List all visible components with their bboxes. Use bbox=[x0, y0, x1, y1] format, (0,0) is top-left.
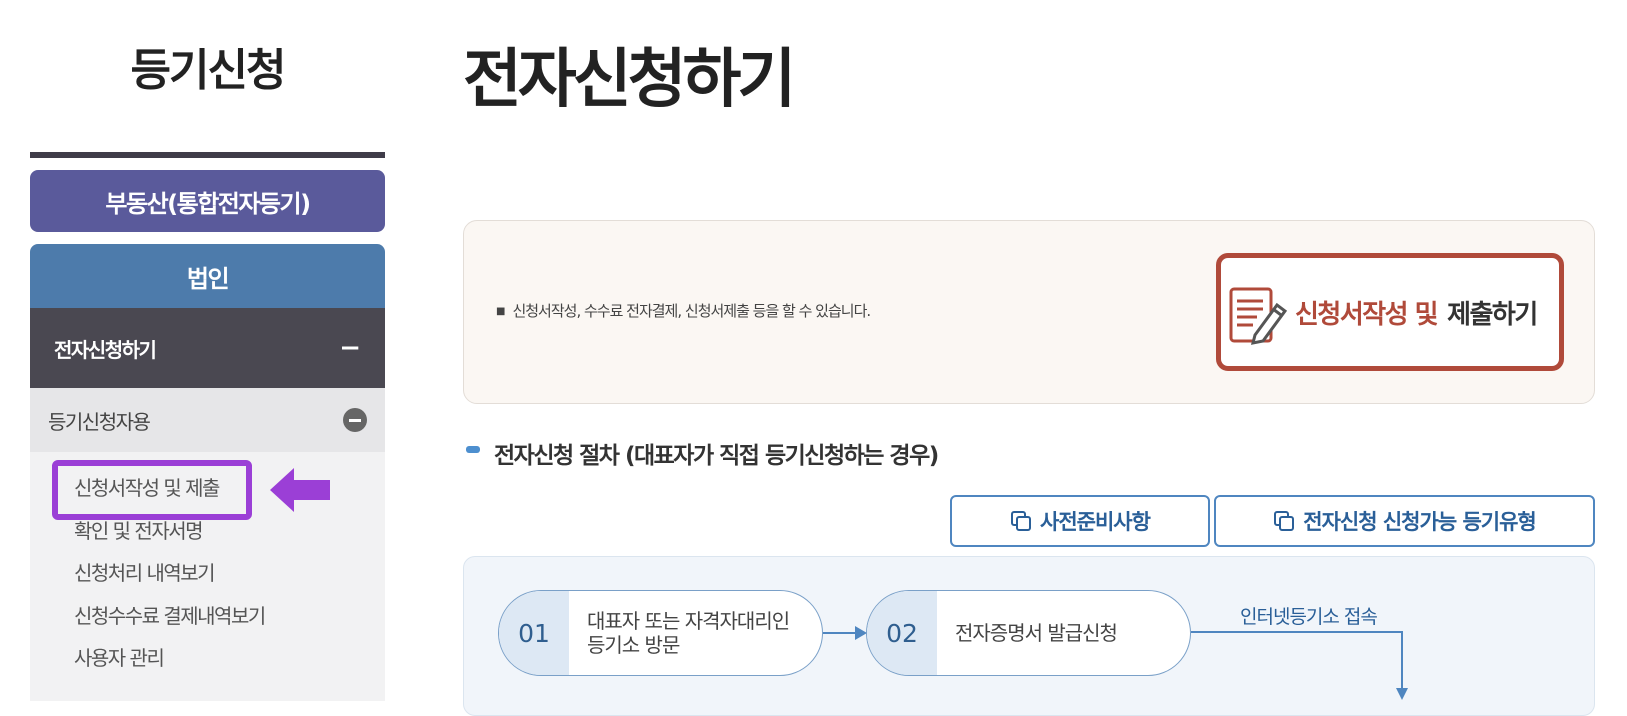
highlight-box bbox=[52, 460, 252, 520]
sidebar-item-fee-history[interactable]: 신청수수료 결제내역보기 bbox=[74, 600, 266, 629]
menu-electronic-application-label: 전자신청하기 bbox=[54, 337, 157, 362]
section-title: 전자신청 절차 (대표자가 직접 등기신청하는 경우) bbox=[494, 443, 939, 469]
registration-types-button-label: 전자신청 신청가능 등기유형 bbox=[1303, 510, 1536, 534]
write-submit-label-1: 신청서작성 및 bbox=[1295, 299, 1439, 330]
write-submit-label-2: 제출하기 bbox=[1447, 299, 1538, 330]
step-text: 대표자 또는 자격자대리인 등기소 방문 bbox=[569, 609, 790, 657]
preparation-button[interactable]: 사전준비사항 bbox=[950, 495, 1210, 547]
step-text: 전자증명서 발급신청 bbox=[937, 621, 1118, 645]
menu-applicant-label: 등기신청자용 bbox=[48, 409, 151, 434]
procedure-step-1: 01 대표자 또는 자격자대리인 등기소 방문 bbox=[498, 590, 823, 676]
info-text: ■ 신청서작성, 수수료 전자결제, 신청서제출 등을 할 수 있습니다. bbox=[496, 300, 871, 321]
sidebar-item-user-management[interactable]: 사용자 관리 bbox=[74, 642, 165, 671]
step-number: 02 bbox=[867, 591, 937, 675]
menu-electronic-application[interactable]: 전자신청하기 − bbox=[30, 308, 385, 388]
corporate-button[interactable]: 법인 bbox=[30, 244, 385, 308]
copy-icon bbox=[1274, 511, 1295, 531]
flow-connector-icon bbox=[1191, 631, 1408, 700]
copy-icon bbox=[1011, 511, 1032, 531]
preparation-button-label: 사전준비사항 bbox=[1040, 510, 1151, 534]
sidebar-divider bbox=[30, 152, 385, 158]
minus-circle-icon[interactable] bbox=[343, 408, 367, 432]
realestate-button[interactable]: 부동산(통합전자등기) bbox=[30, 170, 385, 232]
collapse-icon[interactable]: − bbox=[339, 333, 361, 363]
section-marker-icon bbox=[466, 446, 480, 453]
step-text-line-1: 대표자 또는 자격자대리인 bbox=[587, 609, 790, 633]
document-pen-icon bbox=[1229, 287, 1288, 345]
step-text-line-1: 전자증명서 발급신청 bbox=[955, 621, 1118, 645]
arrow-right-icon bbox=[823, 626, 867, 640]
arrow-left-icon bbox=[270, 468, 330, 512]
sidebar-item-history[interactable]: 신청처리 내역보기 bbox=[74, 557, 216, 586]
registration-types-button[interactable]: 전자신청 신청가능 등기유형 bbox=[1214, 495, 1595, 547]
step-number: 01 bbox=[499, 591, 569, 675]
bullet-icon: ■ bbox=[496, 306, 506, 317]
sidebar-title: 등기신청 bbox=[130, 45, 287, 96]
write-submit-button[interactable]: 신청서작성 및 제출하기 bbox=[1216, 253, 1564, 371]
internet-registry-label: 인터넷등기소 접속 bbox=[1240, 606, 1378, 628]
menu-applicant[interactable]: 등기신청자용 bbox=[30, 388, 385, 452]
info-text-content: 신청서작성, 수수료 전자결제, 신청서제출 등을 할 수 있습니다. bbox=[512, 302, 871, 320]
step-text-line-2: 등기소 방문 bbox=[587, 633, 680, 657]
procedure-step-2: 02 전자증명서 발급신청 bbox=[866, 590, 1191, 676]
page-title: 전자신청하기 bbox=[463, 43, 796, 117]
